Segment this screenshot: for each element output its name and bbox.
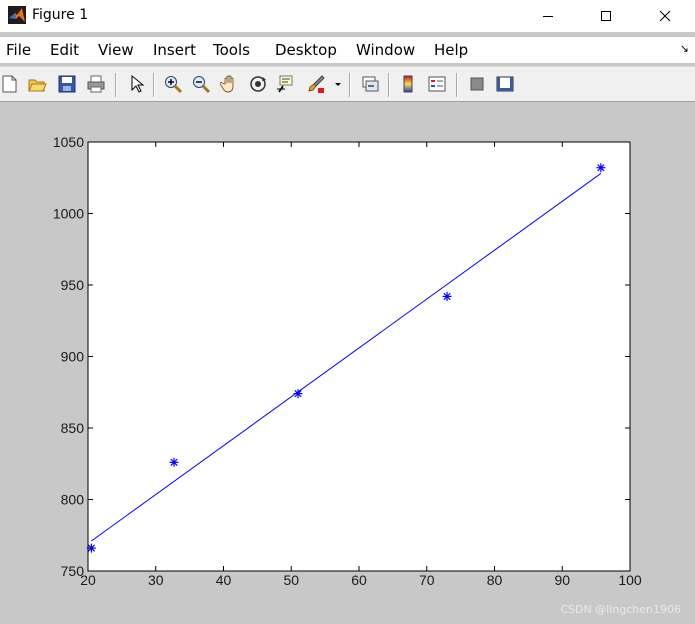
y-tick-label: 950 xyxy=(61,277,85,293)
y-tick-label: 1050 xyxy=(53,134,84,150)
maximize-icon xyxy=(601,11,611,21)
minimize-button[interactable] xyxy=(525,0,571,32)
x-tick-label: 50 xyxy=(283,572,299,588)
y-tick-label: 750 xyxy=(61,563,85,579)
menu-edit[interactable]: Edit xyxy=(50,41,79,59)
close-button[interactable] xyxy=(642,0,688,32)
menu-window[interactable]: Window xyxy=(356,41,415,59)
axes[interactable]: 20 30 40 50 60 70 80 90 100750800850900950100010… xyxy=(0,102,695,624)
brush-icon[interactable] xyxy=(306,74,326,94)
brush-dropdown-icon[interactable] xyxy=(333,74,343,94)
y-tick-label: 800 xyxy=(61,492,85,508)
link-plot-icon[interactable] xyxy=(360,74,380,94)
menu-help[interactable]: Help xyxy=(434,41,468,59)
menu-insert[interactable]: Insert xyxy=(153,41,196,59)
menu-desktop[interactable]: Desktop xyxy=(275,41,337,59)
menu-view[interactable]: View xyxy=(98,41,134,59)
rotate-3d-icon[interactable] xyxy=(248,74,268,94)
y-tick-label: 850 xyxy=(61,420,85,436)
new-figure-icon[interactable] xyxy=(0,74,20,94)
toolbar-separator xyxy=(153,73,155,97)
x-tick-label: 90 xyxy=(554,572,570,588)
data-cursor-icon[interactable] xyxy=(276,74,296,94)
close-icon xyxy=(659,10,671,22)
window-title: Figure 1 xyxy=(32,7,89,23)
print-icon[interactable] xyxy=(86,74,106,94)
watermark-text: CSDN @lingchen1906 xyxy=(560,603,681,616)
matlab-logo-icon xyxy=(8,6,26,24)
figure-canvas[interactable]: 20 30 40 50 60 70 80 90 100 750 800 850 900 950 1000 10… xyxy=(0,102,695,624)
toolbar-separator xyxy=(349,73,351,97)
data-point-marker xyxy=(293,389,303,399)
select-arrow-icon[interactable] xyxy=(126,74,146,94)
show-plot-tools-icon[interactable] xyxy=(495,74,515,94)
title-bar: Figure 1 xyxy=(0,0,695,32)
x-tick-label: 70 xyxy=(419,572,435,588)
zoom-in-icon[interactable] xyxy=(163,74,183,94)
pan-hand-icon[interactable] xyxy=(220,74,240,94)
legend-icon[interactable] xyxy=(427,74,447,94)
open-file-icon[interactable] xyxy=(27,74,47,94)
x-tick-label: 100 xyxy=(618,572,642,588)
data-point-marker xyxy=(596,163,606,173)
save-icon[interactable] xyxy=(57,74,77,94)
toolbar-separator xyxy=(456,73,458,97)
x-tick-label: 80 xyxy=(487,572,503,588)
maximize-button[interactable] xyxy=(583,0,629,32)
data-point-marker xyxy=(442,291,452,301)
x-tick-label: 60 xyxy=(351,572,367,588)
toolbar-separator xyxy=(388,73,390,97)
menu-bar: File Edit View Insert Tools Desktop Wind… xyxy=(0,37,695,63)
y-tick-label: 900 xyxy=(61,349,85,365)
figure-toolbar xyxy=(0,66,695,102)
toolbar-separator xyxy=(115,73,117,97)
dock-arrow-icon[interactable]: ↘ xyxy=(680,42,689,55)
x-tick-label: 40 xyxy=(216,572,232,588)
hide-plot-tools-icon[interactable] xyxy=(467,74,487,94)
menu-tools[interactable]: Tools xyxy=(213,41,250,59)
y-tick-label: 1000 xyxy=(53,206,84,222)
colorbar-icon[interactable] xyxy=(398,74,418,94)
zoom-out-icon[interactable] xyxy=(191,74,211,94)
x-tick-label: 30 xyxy=(148,572,164,588)
minimize-icon xyxy=(543,16,553,17)
data-point-marker xyxy=(169,457,179,467)
menu-file[interactable]: File xyxy=(6,41,31,59)
axes-background xyxy=(88,142,630,571)
